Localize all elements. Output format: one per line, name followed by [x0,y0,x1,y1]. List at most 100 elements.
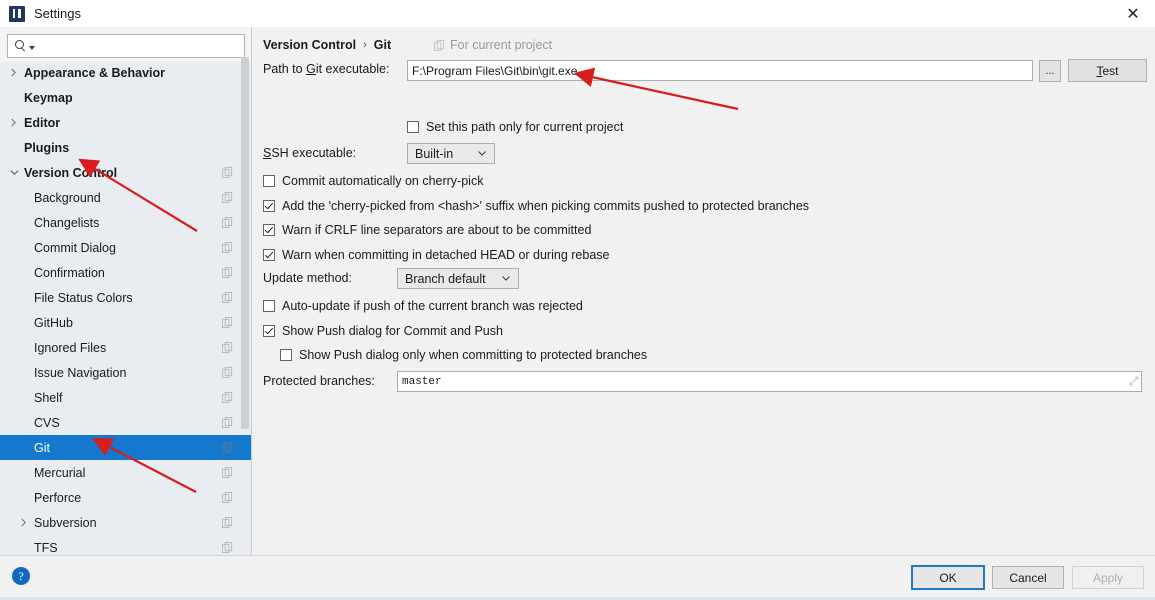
option-row-3[interactable]: Show Push dialog only when committing to… [280,348,647,362]
copy-icon [222,517,233,528]
option-label: Add the 'cherry-picked from <hash>' suff… [282,198,810,213]
search-input[interactable] [39,38,244,54]
set-path-only-label: Set this path only for current project [426,120,624,134]
option-row-1[interactable]: Commit automatically on cherry-pick [263,174,483,188]
option-checkbox[interactable] [280,349,292,361]
option-row-2[interactable]: Add the 'cherry-picked from <hash>' suff… [263,199,809,213]
option-checkbox[interactable] [263,248,275,261]
sidebar-item-version-control[interactable]: Version Control [0,160,251,185]
sidebar-item-label: Ignored Files [34,340,107,355]
copy-icon [222,467,233,478]
sidebar-item-label: Background [34,190,101,205]
option-checkbox[interactable] [263,175,275,187]
sidebar-item-file-status-colors[interactable]: File Status Colors [0,285,251,310]
sidebar-item-label: Plugins [24,140,70,155]
option-row-4[interactable]: Warn when committing in detached HEAD or… [263,248,609,262]
sidebar-item-subversion[interactable]: Subversion [0,510,251,535]
sidebar-item-editor[interactable]: Editor [0,110,251,135]
sidebar-item-label: Editor [24,115,61,130]
sidebar-item-cvs[interactable]: CVS [0,410,251,435]
sidebar-item-confirmation[interactable]: Confirmation [0,260,251,285]
dialog-body: Appearance & Behavior Keymap Editor Plugins… [0,27,1155,555]
option-checkbox[interactable] [263,300,275,312]
copy-icon [222,192,233,203]
ssh-executable-value: Built-in [415,146,454,161]
copy-icon [222,492,233,503]
copy-icon [222,417,233,428]
git-path-label: Path to Git executable: [263,62,390,76]
sidebar-item-label: Keymap [24,90,73,105]
chevron-right-icon[interactable] [20,518,34,527]
browse-button[interactable]: ... [1039,60,1061,82]
sidebar-item-commit-dialog[interactable]: Commit Dialog [0,235,251,260]
sidebar-item-git[interactable]: Git [0,435,251,460]
cancel-button[interactable]: Cancel [992,566,1064,589]
copy-icon [222,217,233,228]
set-path-only-checkbox[interactable] [407,121,419,133]
ssh-executable-select[interactable]: Built-in [407,143,495,164]
sidebar-item-perforce[interactable]: Perforce [0,485,251,510]
chevron-down-icon[interactable] [10,169,24,176]
copy-icon [222,167,233,178]
dialog-footer: ? OK Cancel Apply [0,555,1155,598]
sidebar-item-changelists[interactable]: Changelists [0,210,251,235]
sidebar-item-keymap[interactable]: Keymap [0,85,251,110]
for-current-project-label: For current project [450,38,553,52]
search-icon [15,39,28,53]
sidebar-item-label: Subversion [34,515,97,530]
protected-branches-input[interactable] [397,371,1142,392]
sidebar-item-background[interactable]: Background [0,185,251,210]
sidebar-item-issue-navigation[interactable]: Issue Navigation [0,360,251,385]
sidebar-item-label: TFS [34,540,58,555]
sidebar-item-mercurial[interactable]: Mercurial [0,460,251,485]
breadcrumb-parent[interactable]: Version Control [263,38,356,52]
sidebar-item-ignored-files[interactable]: Ignored Files [0,335,251,360]
update-method-label: Update method: [263,271,352,285]
copy-icon [222,542,233,553]
copy-icon [222,292,233,303]
sidebar-item-label: Version Control [24,165,118,180]
sidebar-item-label: Issue Navigation [34,365,127,380]
sidebar-item-shelf[interactable]: Shelf [0,385,251,410]
help-icon[interactable]: ? [12,567,30,585]
git-path-row: Path to Git executable: [263,62,390,76]
ok-button[interactable]: OK [911,565,985,590]
copy-icon [222,267,233,278]
sidebar-item-plugins[interactable]: Plugins [0,135,251,160]
option-row-3[interactable]: Warn if CRLF line separators are about t… [263,223,591,237]
sidebar-item-label: File Status Colors [34,290,133,305]
option-checkbox[interactable] [263,224,275,236]
settings-tree[interactable]: Appearance & Behavior Keymap Editor Plugins… [0,60,251,555]
sidebar-item-label: Shelf [34,390,63,405]
window-title: Settings [34,6,81,21]
update-method-value: Branch default [405,271,486,286]
sidebar-item-label: Appearance & Behavior [24,65,166,80]
set-path-only-checkbox-row[interactable]: Set this path only for current project [407,120,623,134]
expand-icon[interactable] [1129,376,1139,386]
option-row-2[interactable]: Show Push dialog for Commit and Push [263,324,503,338]
update-method-select[interactable]: Branch default [397,268,519,289]
breadcrumb-current: Git [373,38,392,52]
search-box[interactable] [7,34,245,58]
apply-button: Apply [1072,566,1144,589]
sidebar-item-label: Confirmation [34,265,105,280]
settings-content-pane: Version Control › Git For current projec… [252,27,1155,555]
sidebar-item-github[interactable]: GitHub [0,310,251,335]
chevron-right-icon[interactable] [10,68,24,77]
option-label: Show Push dialog only when committing to… [299,348,648,362]
sidebar-item-tfs[interactable]: TFS [0,535,251,555]
close-icon[interactable]: ✕ [1111,0,1155,27]
sidebar-item-appearance-behavior[interactable]: Appearance & Behavior [0,60,251,85]
sidebar-scrollbar[interactable] [241,57,249,429]
chevron-right-icon[interactable] [10,118,24,127]
chevron-down-icon [29,46,35,50]
sidebar-item-label: Git [34,440,50,455]
option-checkbox[interactable] [263,199,275,212]
intellij-idea-icon [9,5,25,22]
option-checkbox[interactable] [263,324,275,337]
git-path-input[interactable] [407,60,1033,81]
protected-branches-label: Protected branches: [263,374,375,388]
sidebar-item-label: Commit Dialog [34,240,116,255]
test-button[interactable]: Test [1068,59,1147,82]
option-row-1[interactable]: Auto-update if push of the current branc… [263,299,583,313]
